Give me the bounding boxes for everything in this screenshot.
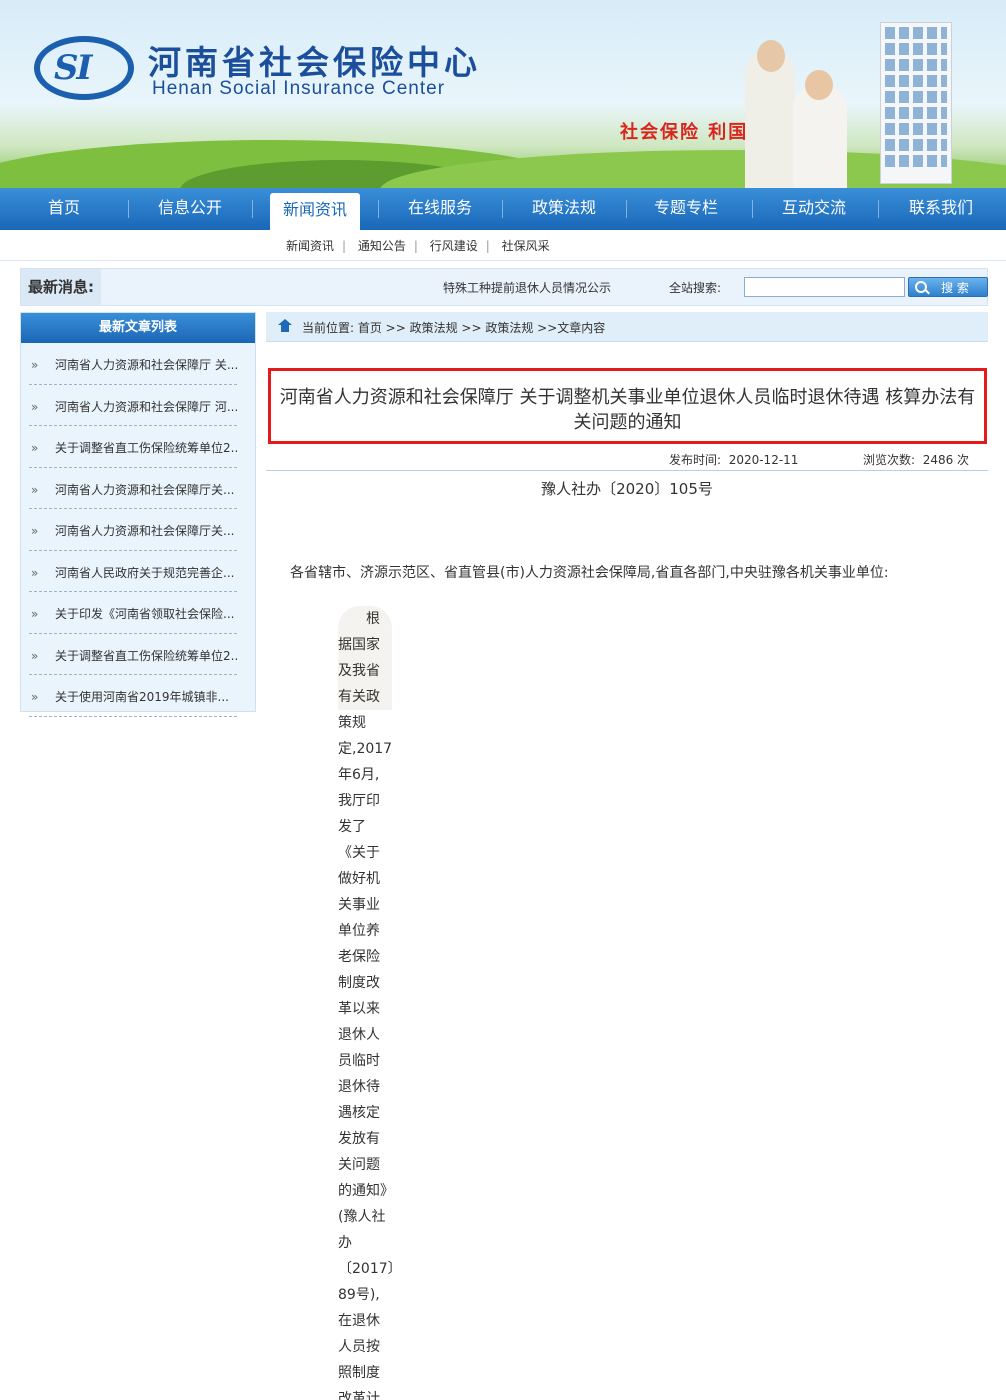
main-nav: 首页 信息公开 新闻资讯 在线服务 政策法规 专题专栏 互动交流 联系我们 — [0, 188, 1006, 230]
sidebar-heading: 最新文章列表 — [21, 313, 255, 343]
article-title: 河南省人力资源和社会保障厅 关于调整机关事业单位退休人员临时退休待遇 核算办法有… — [268, 368, 987, 444]
view-count-value: 2486 次 — [922, 453, 970, 467]
article-meta: 发布时间: 2020-12-11 浏览次数: 2486 次 — [266, 448, 988, 471]
nav-item-interaction[interactable]: 互动交流 — [752, 188, 876, 230]
latest-news-bar: 最新消息: 特殊工种提前退休人员情况公示 全站搜索: 搜 索 — [20, 268, 988, 306]
sidebar-article-link[interactable]: » 河南省人民政府关于规范完善企... — [29, 551, 237, 592]
nav-item-info-disclosure[interactable]: 信息公开 — [128, 188, 252, 230]
sidebar-article-link[interactable]: » 河南省人力资源和社会保障厅 河... — [29, 385, 237, 426]
double-arrow-icon: » — [31, 441, 39, 455]
sidebar-article-link[interactable]: » 关于调整省直工伤保险统筹单位2... — [29, 634, 237, 675]
si-logo[interactable]: SI — [34, 36, 134, 100]
breadcrumb: 当前位置: 首页 >> 政策法规 >> 政策法规 >>文章内容 — [266, 312, 988, 342]
subnav-item-conduct[interactable]: 行风建设 — [430, 239, 478, 253]
elderly-couple-image — [745, 40, 855, 188]
double-arrow-icon: » — [31, 690, 39, 704]
subnav-item-news[interactable]: 新闻资讯 — [286, 239, 334, 253]
logo-text: SI — [54, 48, 92, 88]
view-count: 浏览次数: 2486 次 — [863, 453, 970, 467]
search-button-label: 搜 索 — [941, 281, 969, 295]
site-title-english: Henan Social Insurance Center — [152, 78, 446, 99]
site-search-input[interactable] — [744, 277, 905, 297]
header-banner: SI 河南省社会保险中心 Henan Social Insurance Cent… — [0, 0, 1006, 188]
building-image — [880, 22, 952, 184]
site-search-label: 全站搜索: — [669, 281, 722, 295]
latest-articles-sidebar: 最新文章列表 » 河南省人力资源和社会保障厅 关... » 河南省人力资源和社会保障… — [20, 312, 256, 717]
double-arrow-icon: » — [31, 399, 39, 414]
nav-item-online-service[interactable]: 在线服务 — [378, 188, 502, 230]
publish-info: 发布时间: 2020-12-11 — [669, 453, 799, 467]
sub-nav: 新闻资讯 | 通知公告 | 行风建设 | 社保风采 — [0, 230, 1006, 261]
double-arrow-icon: » — [31, 524, 39, 538]
nav-separator — [252, 200, 253, 218]
latest-news-link[interactable]: 特殊工种提前退休人员情况公示 — [443, 279, 611, 296]
nav-item-contact[interactable]: 联系我们 — [878, 188, 1004, 230]
sidebar-article-link[interactable]: » 河南省人力资源和社会保障厅 关... — [29, 343, 237, 385]
document-number: 豫人社办〔2020〕105号 — [541, 480, 713, 498]
home-icon — [278, 319, 292, 332]
nav-item-special-topics[interactable]: 专题专栏 — [626, 188, 746, 230]
sidebar-article-link[interactable]: » 关于使用河南省2019年城镇非... — [29, 675, 237, 717]
breadcrumb-text[interactable]: 当前位置: 首页 >> 政策法规 >> 政策法规 >>文章内容 — [302, 319, 605, 336]
publish-date: 2020-12-11 — [728, 453, 799, 467]
sidebar-article-link[interactable]: » 河南省人力资源和社会保障厅关... — [29, 509, 237, 551]
double-arrow-icon: » — [31, 565, 39, 580]
article-paragraph: 根据国家及我省有关政策规定,2017年6月,我厅印发了《关于做好机关事业单位养老… — [338, 606, 402, 1400]
nav-item-policies[interactable]: 政策法规 — [502, 188, 626, 230]
sidebar-article-link[interactable]: » 关于印发《河南省领取社会保险... — [29, 592, 237, 634]
double-arrow-icon: » — [31, 607, 39, 621]
article-salutation: 各省辖市、济源示范区、省直管县(市)人力资源社会保障局,省直各部门,中央驻豫各机… — [290, 565, 889, 581]
subnav-item-gallery[interactable]: 社保风采 — [502, 239, 550, 253]
search-button[interactable]: 搜 索 — [908, 277, 988, 297]
sidebar-article-link[interactable]: » 关于调整省直工伤保险统筹单位2... — [29, 426, 237, 468]
double-arrow-icon: » — [31, 482, 39, 497]
sidebar-article-link[interactable]: » 河南省人力资源和社会保障厅关... — [29, 468, 237, 509]
double-arrow-icon: » — [31, 648, 39, 663]
site-title: 河南省社会保险中心 — [148, 43, 481, 82]
nav-item-news[interactable]: 新闻资讯 — [270, 193, 360, 230]
double-arrow-icon: » — [31, 358, 39, 372]
article-body: 各省辖市、济源示范区、省直管县(市)人力资源社会保障局,省直各部门,中央驻豫各机… — [290, 560, 970, 1400]
search-icon — [915, 281, 927, 293]
nav-item-home[interactable]: 首页 — [0, 188, 128, 230]
subnav-item-notices[interactable]: 通知公告 — [358, 239, 406, 253]
latest-news-label: 最新消息: — [21, 269, 101, 305]
